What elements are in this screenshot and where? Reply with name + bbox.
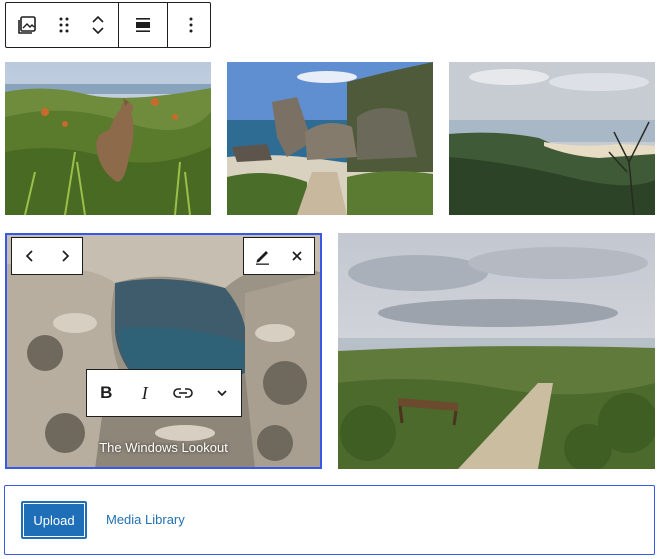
block-toolbar bbox=[5, 2, 211, 48]
format-toolbar: B I bbox=[86, 369, 242, 417]
move-image-right-button[interactable] bbox=[47, 238, 82, 274]
italic-button[interactable]: I bbox=[126, 370, 165, 416]
more-options-icon bbox=[189, 17, 193, 33]
bold-button[interactable]: B bbox=[87, 370, 126, 416]
toolbar-group-align bbox=[119, 3, 168, 47]
chevron-down-icon bbox=[217, 390, 227, 397]
move-down-icon[interactable] bbox=[90, 25, 106, 37]
move-up-icon[interactable] bbox=[90, 13, 106, 25]
chevron-right-icon bbox=[61, 250, 69, 262]
upload-button[interactable]: Upload bbox=[21, 501, 87, 539]
more-formats-button[interactable] bbox=[203, 370, 242, 416]
link-button[interactable] bbox=[164, 370, 203, 416]
toolbar-group-more bbox=[168, 3, 214, 47]
image-nav-controls bbox=[11, 237, 83, 275]
gallery-uploader bbox=[4, 485, 655, 555]
image-action-controls bbox=[243, 237, 315, 275]
align-icon bbox=[136, 18, 150, 32]
kangaroo-image[interactable] bbox=[5, 62, 211, 215]
coast-bay-image[interactable] bbox=[449, 62, 655, 215]
path-bench-image[interactable] bbox=[338, 233, 655, 469]
block-mover bbox=[78, 3, 118, 47]
remove-image-button[interactable] bbox=[279, 238, 314, 274]
media-library-link[interactable]: Media Library bbox=[106, 512, 185, 527]
more-options-button[interactable] bbox=[168, 3, 214, 47]
toolbar-group-main bbox=[6, 3, 119, 47]
bold-label: B bbox=[100, 383, 113, 402]
gallery-block-button[interactable] bbox=[6, 3, 50, 47]
link-icon bbox=[173, 388, 194, 398]
move-image-left-button[interactable] bbox=[12, 238, 47, 274]
align-button[interactable] bbox=[119, 3, 167, 47]
image-caption[interactable]: The Windows Lookout bbox=[8, 440, 319, 455]
gallery-icon bbox=[18, 16, 36, 34]
chevron-left-icon bbox=[25, 250, 33, 262]
edit-pencil-icon bbox=[255, 251, 269, 265]
drag-handle-button[interactable] bbox=[50, 3, 78, 47]
close-icon bbox=[291, 251, 302, 261]
edit-image-button[interactable] bbox=[244, 238, 279, 274]
italic-label: I bbox=[141, 382, 148, 403]
rock-beach-image[interactable] bbox=[227, 62, 433, 215]
drag-handle-icon bbox=[59, 17, 69, 33]
